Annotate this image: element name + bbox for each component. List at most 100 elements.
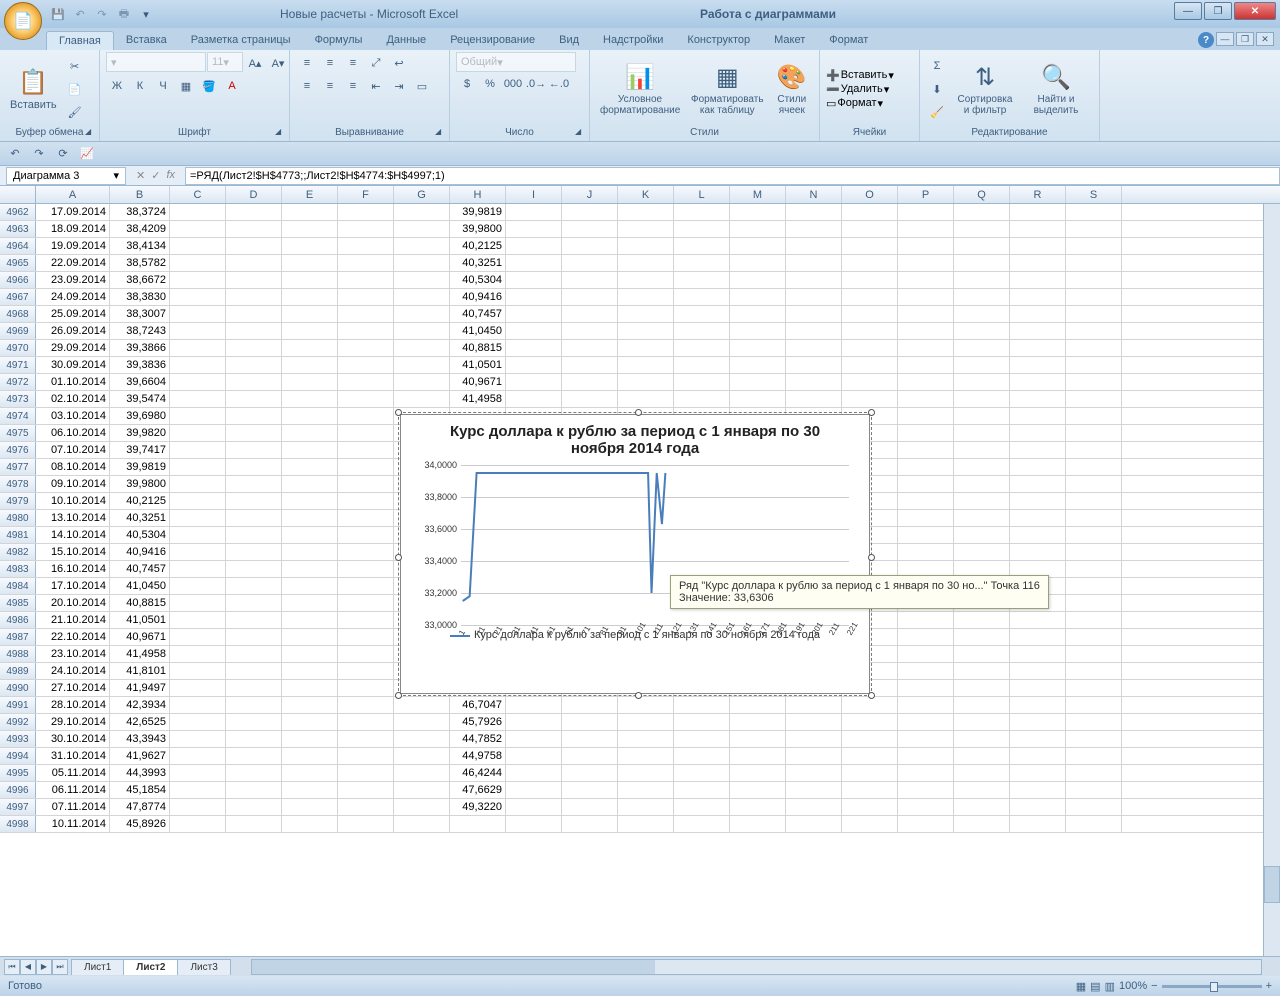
col-header-S[interactable]: S: [1066, 186, 1122, 203]
cell[interactable]: [954, 391, 1010, 407]
cell[interactable]: [170, 408, 226, 424]
col-header-N[interactable]: N: [786, 186, 842, 203]
cell[interactable]: [674, 816, 730, 832]
cell[interactable]: 39,6980: [110, 408, 170, 424]
cell[interactable]: [1066, 578, 1122, 594]
cell[interactable]: [394, 765, 450, 781]
cancel-formula-icon[interactable]: ✕: [136, 169, 145, 182]
cell[interactable]: [562, 340, 618, 356]
cell[interactable]: [842, 306, 898, 322]
tab-данные[interactable]: Данные: [374, 31, 438, 50]
cell[interactable]: [674, 391, 730, 407]
zoom-in-button[interactable]: +: [1266, 980, 1272, 992]
col-header-L[interactable]: L: [674, 186, 730, 203]
row-header[interactable]: 4986: [0, 612, 36, 628]
cell[interactable]: [674, 238, 730, 254]
cell[interactable]: [898, 357, 954, 373]
cell[interactable]: [170, 697, 226, 713]
cell[interactable]: 39,6604: [110, 374, 170, 390]
clear-button[interactable]: 🧹: [926, 101, 948, 123]
cell[interactable]: [674, 221, 730, 237]
cell[interactable]: [954, 238, 1010, 254]
cell[interactable]: [674, 714, 730, 730]
cell[interactable]: [1066, 714, 1122, 730]
cell[interactable]: [226, 731, 282, 747]
cell[interactable]: [506, 221, 562, 237]
row-header[interactable]: 4987: [0, 629, 36, 645]
col-header-D[interactable]: D: [226, 186, 282, 203]
font-name-combo[interactable]: ▾: [106, 52, 206, 72]
sheet-nav-first[interactable]: ⏮: [4, 959, 20, 975]
cell[interactable]: [1066, 493, 1122, 509]
col-header-B[interactable]: B: [110, 186, 170, 203]
cell[interactable]: 22.09.2014: [36, 255, 110, 271]
cell[interactable]: [842, 238, 898, 254]
cell[interactable]: 24.10.2014: [36, 663, 110, 679]
chart-elem-button[interactable]: 📈: [76, 143, 98, 165]
cell[interactable]: [338, 731, 394, 747]
cell[interactable]: [226, 578, 282, 594]
cell[interactable]: [674, 357, 730, 373]
minimize-button[interactable]: —: [1174, 2, 1202, 20]
cell[interactable]: [170, 748, 226, 764]
embedded-chart[interactable]: Курс доллара к рублю за период с 1 январ…: [400, 414, 870, 694]
row-header[interactable]: 4972: [0, 374, 36, 390]
fill-button[interactable]: ⬇: [926, 78, 948, 100]
cell[interactable]: [450, 816, 506, 832]
format-painter-button[interactable]: 🖌: [64, 101, 86, 123]
align-bottom-button[interactable]: ≡: [342, 52, 364, 74]
cell[interactable]: [1010, 340, 1066, 356]
cell[interactable]: 40,7457: [450, 306, 506, 322]
cell[interactable]: 39,3836: [110, 357, 170, 373]
cell[interactable]: 39,3866: [110, 340, 170, 356]
cell[interactable]: [394, 714, 450, 730]
row-header[interactable]: 4982: [0, 544, 36, 560]
cell[interactable]: [674, 272, 730, 288]
cell[interactable]: 38,4209: [110, 221, 170, 237]
tab-формулы[interactable]: Формулы: [303, 31, 375, 50]
view-layout-button[interactable]: ▤: [1090, 980, 1100, 993]
cell[interactable]: [506, 323, 562, 339]
qat-redo-icon[interactable]: ↷: [92, 4, 112, 24]
cell[interactable]: [282, 459, 338, 475]
cell[interactable]: [170, 306, 226, 322]
select-all-corner[interactable]: [0, 186, 36, 203]
cell[interactable]: [1066, 357, 1122, 373]
row-header[interactable]: 4963: [0, 221, 36, 237]
cell[interactable]: [506, 238, 562, 254]
cell[interactable]: [842, 340, 898, 356]
cell[interactable]: [1010, 629, 1066, 645]
cell[interactable]: 19.09.2014: [36, 238, 110, 254]
tab-макет[interactable]: Макет: [762, 31, 817, 50]
vertical-scrollbar[interactable]: [1263, 204, 1280, 956]
cell[interactable]: [954, 493, 1010, 509]
tab-вставка[interactable]: Вставка: [114, 31, 179, 50]
cell[interactable]: [786, 221, 842, 237]
cell[interactable]: [1066, 221, 1122, 237]
zoom-level[interactable]: 100%: [1119, 980, 1147, 992]
sheet-tab-Лист2[interactable]: Лист2: [123, 959, 178, 975]
cell[interactable]: [170, 629, 226, 645]
cell[interactable]: [1066, 204, 1122, 220]
cell[interactable]: 26.09.2014: [36, 323, 110, 339]
cell[interactable]: 02.10.2014: [36, 391, 110, 407]
cell[interactable]: 40,7457: [110, 561, 170, 577]
cell[interactable]: [338, 680, 394, 696]
cell[interactable]: [618, 782, 674, 798]
cell[interactable]: 44,9758: [450, 748, 506, 764]
cell[interactable]: 40,2125: [450, 238, 506, 254]
cell[interactable]: 29.09.2014: [36, 340, 110, 356]
cell[interactable]: [786, 306, 842, 322]
cell[interactable]: [954, 782, 1010, 798]
cell[interactable]: 41,4958: [110, 646, 170, 662]
cell[interactable]: [730, 340, 786, 356]
number-format-combo[interactable]: Общий▾: [456, 52, 576, 72]
cell[interactable]: 45,8926: [110, 816, 170, 832]
grow-font-button[interactable]: A▴: [244, 52, 266, 74]
cell[interactable]: [226, 459, 282, 475]
cell[interactable]: 15.10.2014: [36, 544, 110, 560]
cell[interactable]: [282, 714, 338, 730]
row-header[interactable]: 4992: [0, 714, 36, 730]
cell[interactable]: [506, 272, 562, 288]
cell[interactable]: [898, 663, 954, 679]
